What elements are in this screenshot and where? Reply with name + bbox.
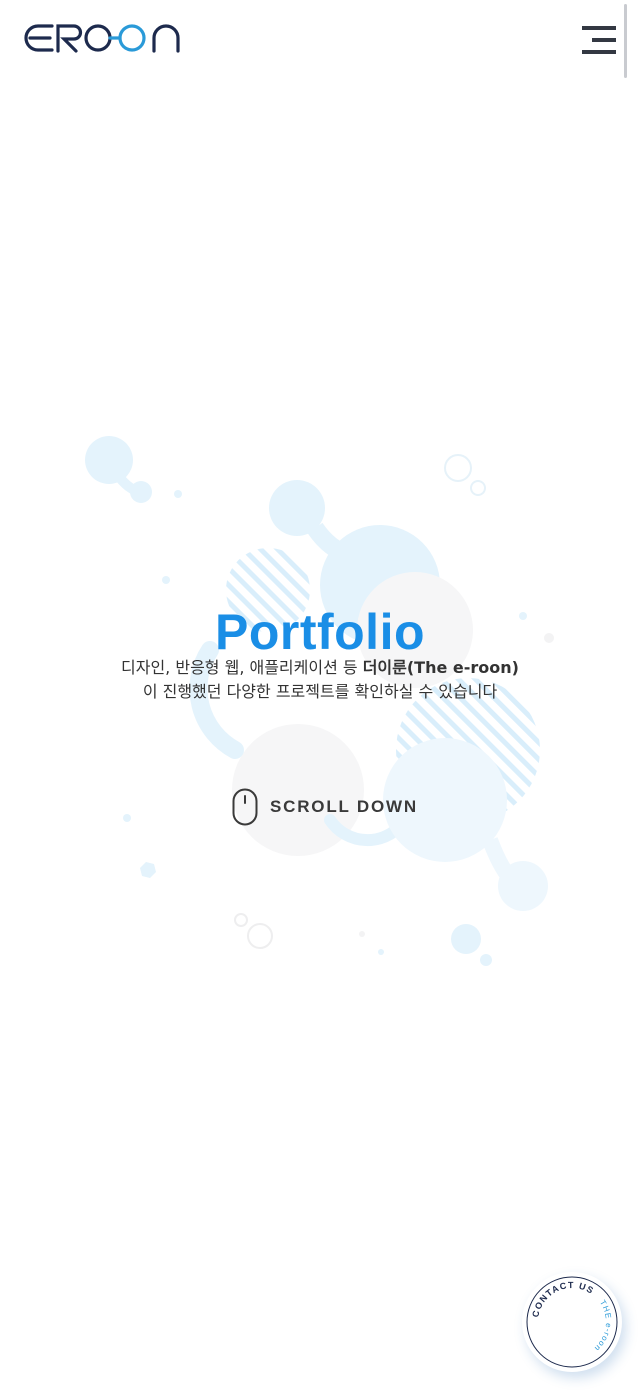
svg-text:CONTACT US: CONTACT US	[530, 1280, 596, 1318]
scroll-down-label: SCROLL DOWN	[270, 797, 418, 816]
menu-button[interactable]	[580, 26, 616, 56]
page-scrollbar[interactable]	[624, 4, 627, 78]
contact-badge-graphic: CONTACT US THE e-roon	[526, 1276, 618, 1368]
contact-badge-primary-text: CONTACT US	[530, 1280, 595, 1318]
site-logo[interactable]	[24, 20, 188, 56]
contact-us-button[interactable]: CONTACT US THE e-roon	[522, 1272, 622, 1372]
contact-badge-secondary-text: THE e-roon	[592, 1298, 612, 1353]
eroon-logo-graphic	[24, 24, 180, 53]
hero-description: 디자인, 반응형 웹, 애플리케이션 등 더이룬(The e-roon) 이 진…	[0, 656, 640, 704]
hero-desc-brand: 더이룬(The e-roon)	[362, 658, 519, 677]
hero-desc-line2: 이 진행했던 다양한 프로젝트를 확인하실 수 있습니다	[142, 682, 498, 701]
mouse-icon	[232, 788, 258, 826]
scroll-down-button[interactable]: SCROLL DOWN	[230, 788, 420, 828]
hero-desc-prefix: 디자인, 반응형 웹, 애플리케이션 등	[121, 658, 363, 677]
site-header	[0, 0, 640, 80]
page-title: Portfolio	[214, 603, 426, 660]
hero-background-graphic	[85, 436, 554, 966]
portfolio-page: Portfolio 디자인, 반응형 웹, 애플리케이션 등 더이룬(The e…	[0, 0, 640, 1400]
svg-text:THE e-roon: THE e-roon	[592, 1298, 613, 1353]
hero-desc-line1: 디자인, 반응형 웹, 애플리케이션 등 더이룬(The e-roon)	[121, 658, 519, 677]
